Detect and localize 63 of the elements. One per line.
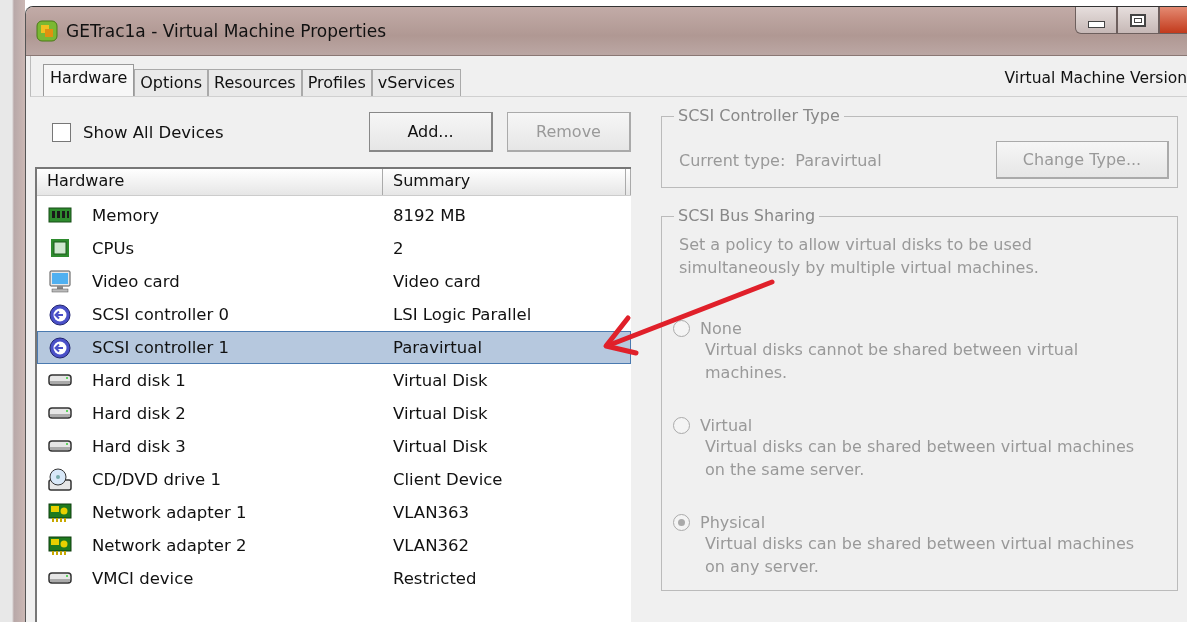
table-cell: Network adapter 2 [92, 536, 247, 555]
radio-label: Physical [700, 513, 766, 532]
table-row[interactable]: Video card Video card [37, 265, 631, 298]
table-cell: Virtual Disk [393, 371, 488, 390]
table-cell: VLAN362 [393, 536, 469, 555]
description-text: Set a policy to allow virtual disks to be used simultaneously by multiple virtual machines. [679, 234, 1040, 279]
table-cell: Client Device [393, 470, 503, 489]
option-description: Virtual disks cannot be shared between virtual machines. [705, 339, 1080, 384]
table-row[interactable]: VMCI device Restricted [37, 562, 631, 595]
tab[interactable]: Resources [208, 69, 302, 96]
add-button[interactable]: Add... [369, 112, 493, 152]
option-description: Virtual disks can be shared between virtual machines on any server. [705, 533, 1136, 578]
table-row[interactable]: CD/DVD drive 1 Client Device [37, 463, 631, 496]
table-cell: Video card [92, 272, 180, 291]
table-row[interactable]: CPUs 2 [37, 232, 631, 265]
table-cell: Network adapter 1 [92, 503, 247, 522]
table-cell: Hard disk 3 [92, 437, 186, 456]
table-cell: Virtual Disk [393, 404, 488, 423]
tab[interactable]: Profiles [301, 69, 372, 96]
table-cell: VMCI device [92, 569, 194, 588]
option-description: Virtual disks can be shared between virtual machines on the same server. [705, 436, 1136, 481]
group-title: SCSI Controller Type [674, 106, 844, 125]
group-title: SCSI Bus Sharing [674, 206, 820, 225]
tab[interactable]: Hardware [43, 64, 135, 96]
table-cell: Memory [92, 206, 160, 225]
tab[interactable]: vServices [371, 69, 461, 96]
radio-label: None [700, 319, 742, 338]
table-cell: 2 [393, 239, 404, 258]
table-cell: VLAN363 [393, 503, 469, 522]
table-row[interactable]: Network adapter 1 VLAN363 [37, 496, 631, 529]
table-cell: Hard disk 2 [92, 404, 186, 423]
minimize-button[interactable] [1075, 7, 1117, 34]
table-row[interactable]: Hard disk 2 Virtual Disk [37, 397, 631, 430]
table-cell: Video card [393, 272, 481, 291]
table-cell: Restricted [393, 569, 477, 588]
current-type-label: Current type: [679, 150, 786, 170]
table-row[interactable]: Hard disk 1 Virtual Disk [37, 364, 631, 397]
table-cell: Virtual Disk [393, 437, 488, 456]
table-row[interactable]: SCSI controller 0 LSI Logic Parallel [37, 298, 631, 331]
table-cell: Paravirtual [393, 338, 482, 357]
maximize-button[interactable] [1117, 7, 1159, 34]
current-type-value: Paravirtual [795, 150, 882, 170]
table-cell: CPUs [92, 239, 135, 258]
version-label: Virtual Machine Version [1004, 69, 1187, 87]
column-header: Summary [383, 169, 626, 195]
table-cell: LSI Logic Parallel [393, 305, 532, 324]
table-row[interactable]: Hard disk 3 Virtual Disk [37, 430, 631, 463]
table-cell: CD/DVD drive 1 [92, 470, 221, 489]
table-cell: Hard disk 1 [92, 371, 186, 390]
radio-label: Virtual [700, 416, 753, 435]
close-button[interactable] [1159, 7, 1187, 34]
table-row[interactable]: Network adapter 2 VLAN362 [37, 529, 631, 562]
selected-row[interactable]: SCSI controller 1 Paravirtual [37, 331, 631, 364]
tab[interactable]: Options [134, 69, 208, 96]
column-header: Hardware [37, 169, 383, 195]
window-title: GETrac1a - Virtual Machine Properties [66, 21, 387, 41]
table-cell: SCSI controller 1 [92, 338, 230, 357]
checkbox[interactable] [52, 122, 71, 142]
app-icon [34, 18, 60, 44]
table-cell: 8192 MB [393, 206, 466, 225]
table-row[interactable]: Memory 8192 MB [37, 199, 631, 232]
checkbox-label: Show All Devices [83, 122, 224, 142]
table-cell: SCSI controller 0 [92, 305, 230, 324]
